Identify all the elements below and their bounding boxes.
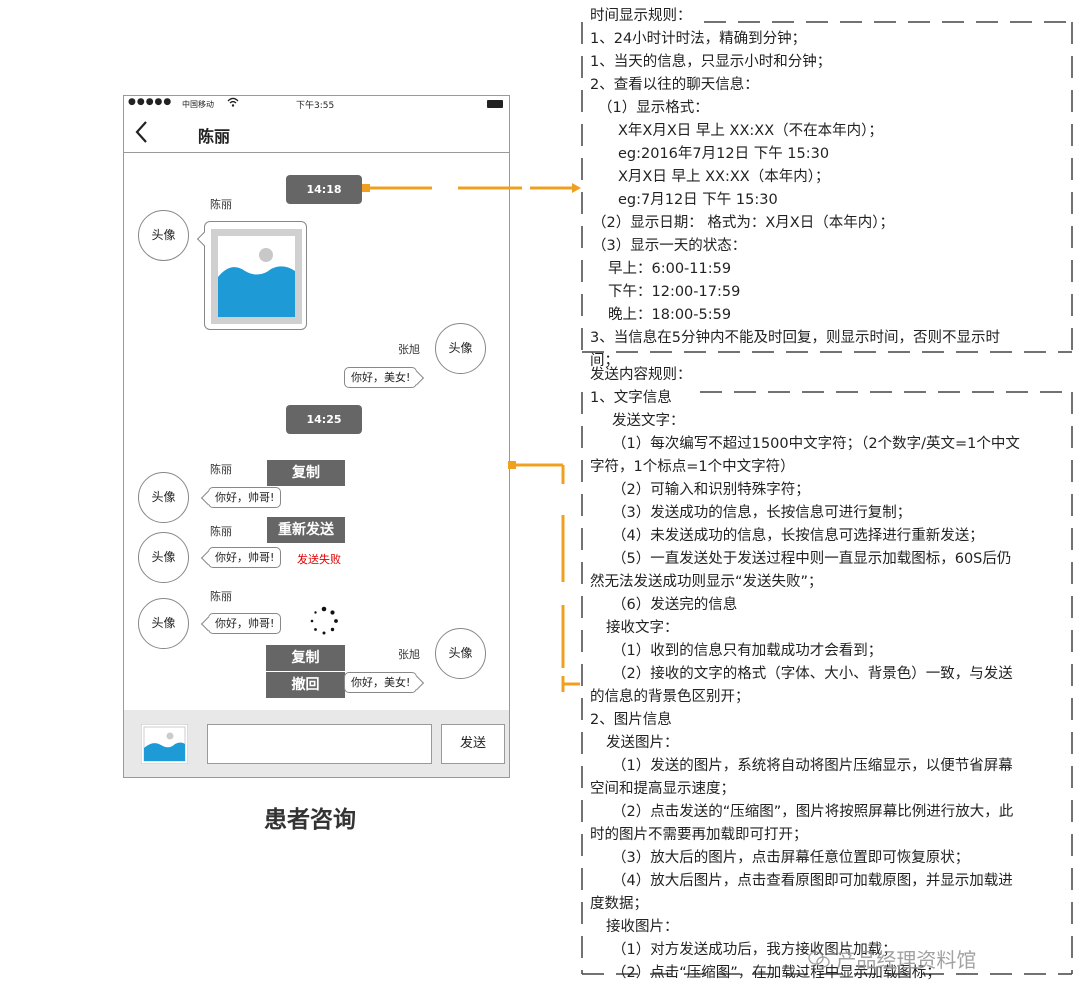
rule-line: （3）发送成功的信息，长按信息可进行复制； xyxy=(612,505,912,521)
rule-line: 1、24小时计时法，精确到分钟； xyxy=(590,31,807,47)
rule-line: 空间和提高显示速度； xyxy=(590,781,735,797)
rule-line: 晚上：18:00-5:59 xyxy=(608,307,732,323)
rule-line: 字符，1个标点=1个中文字符） xyxy=(590,459,795,475)
rule-line: 早上：6:00-11:59 xyxy=(608,261,732,277)
rule-line: 发送图片： xyxy=(606,735,679,751)
rule-line: （2）点击发送的“压缩图”，图片将按照屏幕比例进行放大，此 xyxy=(612,804,1014,820)
rule-line: eg:7月12日 下午 15:30 xyxy=(618,192,778,208)
rule-line: （1）每次编写不超过1500中文字符；（2个数字/英文=1个中文 xyxy=(612,436,1020,452)
rule-line: 接收文字： xyxy=(606,620,679,636)
rule-line: （2）可输入和识别特殊字符； xyxy=(612,482,810,498)
rule-line: 2、查看以往的聊天信息： xyxy=(590,77,759,93)
rule-line: （3）显示一天的状态： xyxy=(592,238,747,254)
rule-line: 时的图片不需要再加载即可打开； xyxy=(590,827,808,843)
rule-line: （2）接收的文字的格式（字体、大小、背景色）一致，与发送 xyxy=(612,666,1013,682)
rule-line: （4）放大后图片，点击查看原图即可加载原图，并显示加载进 xyxy=(612,873,1013,889)
watermark-text: 产品经理资料馆 xyxy=(836,948,977,972)
rule-line: 1、文字信息 xyxy=(590,390,672,406)
rule-line: （4）未发送成功的信息，长按信息可选择进行重新发送； xyxy=(612,528,984,544)
rule-line: 接收图片： xyxy=(606,919,679,935)
rule-line: 发送文字： xyxy=(612,413,685,429)
send-rules-title: 发送内容规则： xyxy=(590,367,692,383)
rule-line: 3、当信息在5分钟内不能及时回复，则显示时间，否则不显示时 xyxy=(590,330,1000,346)
rule-line: eg:2016年7月12日 下午 15:30 xyxy=(618,146,830,162)
rule-line: 度数据； xyxy=(590,896,648,912)
rule-line: （3）放大后的图片，点击屏幕任意位置即可恢复原状； xyxy=(612,850,970,866)
rule-line: 1、当天的信息，只显示小时和分钟； xyxy=(590,54,832,70)
rule-line: X月X日 早上 XX:XX（本年内）； xyxy=(618,169,830,185)
rule-line: （2）显示日期： 格式为：X月X日（本年内）； xyxy=(592,215,894,231)
rule-line: X年X月X日 早上 XX:XX（不在本年内）； xyxy=(618,123,883,139)
rule-line: （1）发送的图片，系统将自动将图片压缩显示，以便节省屏幕 xyxy=(612,758,1013,774)
time-rules-title: 时间显示规则： xyxy=(590,8,692,24)
rule-line: 的信息的背景色区别开； xyxy=(590,689,750,705)
wechat-icon xyxy=(808,951,830,968)
rule-line: 然无法发送成功则显示“发送失败”； xyxy=(590,574,823,590)
rule-line: （6）发送完的信息 xyxy=(612,597,738,613)
rule-line: （5）一直发送处于发送过程中则一直显示加载图标，60S后仍 xyxy=(612,551,1012,567)
rule-line: 下午：12:00-17:59 xyxy=(608,284,741,300)
rule-line: 2、图片信息 xyxy=(590,712,672,728)
rule-line: （1）显示格式： xyxy=(598,100,709,116)
rule-line: （1）收到的信息只有加载成功才会看到； xyxy=(612,643,883,659)
watermark: 产品经理资料馆 xyxy=(808,944,976,973)
